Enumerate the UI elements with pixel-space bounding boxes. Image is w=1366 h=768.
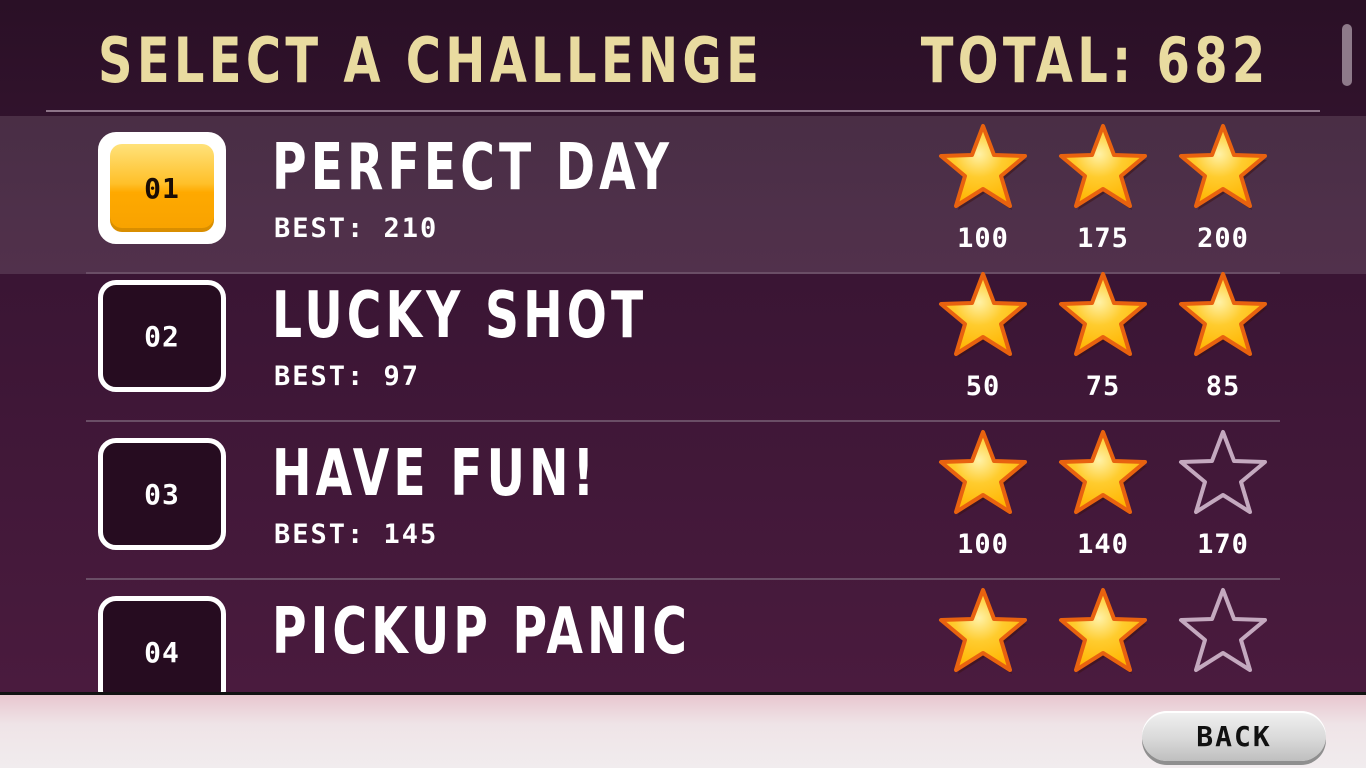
back-button[interactable]: BACK bbox=[1142, 711, 1326, 761]
star-rating-3: 170 bbox=[1173, 428, 1273, 568]
star-empty-icon bbox=[1179, 430, 1267, 514]
best-score: BEST: 210 bbox=[274, 213, 439, 244]
challenge-number: 01 bbox=[144, 171, 180, 205]
best-score: BEST: 145 bbox=[274, 519, 439, 550]
scrollbar[interactable] bbox=[1342, 24, 1352, 86]
challenge-number-badge[interactable]: 04 bbox=[98, 596, 226, 692]
star-rating-2: 140 bbox=[1053, 428, 1153, 568]
challenge-list-screen: SELECT A CHALLENGE TOTAL: 682 01 PERFECT … bbox=[0, 0, 1366, 692]
challenge-number-badge[interactable]: 02 bbox=[98, 280, 226, 392]
challenge-name: HAVE FUN! bbox=[272, 437, 599, 511]
star-filled-icon bbox=[1179, 124, 1267, 210]
challenge-number: 02 bbox=[144, 319, 180, 353]
star-filled-icon bbox=[939, 430, 1027, 516]
star-threshold: 200 bbox=[1197, 223, 1249, 254]
star-threshold: 170 bbox=[1197, 529, 1249, 560]
challenge-number: 04 bbox=[144, 635, 180, 669]
star-rating-1: 50 bbox=[933, 270, 1033, 410]
page-title: SELECT A CHALLENGE bbox=[98, 24, 764, 97]
star-empty-icon bbox=[1179, 588, 1267, 672]
star-rating-3: 85 bbox=[1173, 270, 1273, 410]
star-rating-1: 100 bbox=[933, 428, 1033, 568]
star-filled-icon bbox=[1059, 124, 1147, 210]
star-rating-2: 75 bbox=[1053, 270, 1153, 410]
badge-highlight: 01 bbox=[110, 144, 214, 232]
star-threshold: 75 bbox=[1085, 371, 1121, 402]
star-filled-icon bbox=[939, 124, 1027, 210]
star-filled-icon bbox=[1059, 430, 1147, 516]
star-filled-icon bbox=[1179, 272, 1267, 358]
header-divider bbox=[46, 110, 1320, 112]
star-filled-icon bbox=[939, 588, 1027, 674]
star-filled-icon bbox=[1059, 588, 1147, 674]
star-threshold: 100 bbox=[957, 529, 1009, 560]
star-threshold: 100 bbox=[957, 223, 1009, 254]
total-score: TOTAL: 682 bbox=[921, 24, 1270, 97]
star-rating-1 bbox=[933, 586, 1033, 692]
challenge-number: 03 bbox=[144, 477, 180, 511]
star-rating-3 bbox=[1173, 586, 1273, 692]
star-threshold: 85 bbox=[1205, 371, 1241, 402]
challenge-name: LUCKY SHOT bbox=[272, 279, 648, 353]
star-threshold: 175 bbox=[1077, 223, 1129, 254]
challenge-name: PICKUP PANIC bbox=[272, 595, 692, 669]
star-rating-3: 200 bbox=[1173, 122, 1273, 262]
star-rating-2: 175 bbox=[1053, 122, 1153, 262]
challenge-number-badge[interactable]: 01 bbox=[98, 132, 226, 244]
star-filled-icon bbox=[939, 272, 1027, 358]
footer-bar: BACK bbox=[0, 692, 1366, 768]
challenge-number-badge[interactable]: 03 bbox=[98, 438, 226, 550]
challenge-row-04[interactable]: 04 PICKUP PANIC bbox=[0, 580, 1366, 692]
challenge-row-01[interactable]: 01 PERFECT DAY BEST: 210 100 175 200 bbox=[0, 116, 1366, 274]
challenge-row-03[interactable]: 03 HAVE FUN! BEST: 145 100 140 170 bbox=[0, 422, 1366, 580]
star-filled-icon bbox=[1059, 272, 1147, 358]
star-threshold: 50 bbox=[965, 371, 1001, 402]
challenge-name: PERFECT DAY bbox=[272, 131, 674, 205]
star-rating-1: 100 bbox=[933, 122, 1033, 262]
best-score: BEST: 97 bbox=[274, 361, 421, 392]
star-threshold: 140 bbox=[1077, 529, 1129, 560]
star-rating-2 bbox=[1053, 586, 1153, 692]
challenge-row-02[interactable]: 02 LUCKY SHOT BEST: 97 50 75 85 bbox=[0, 264, 1366, 422]
